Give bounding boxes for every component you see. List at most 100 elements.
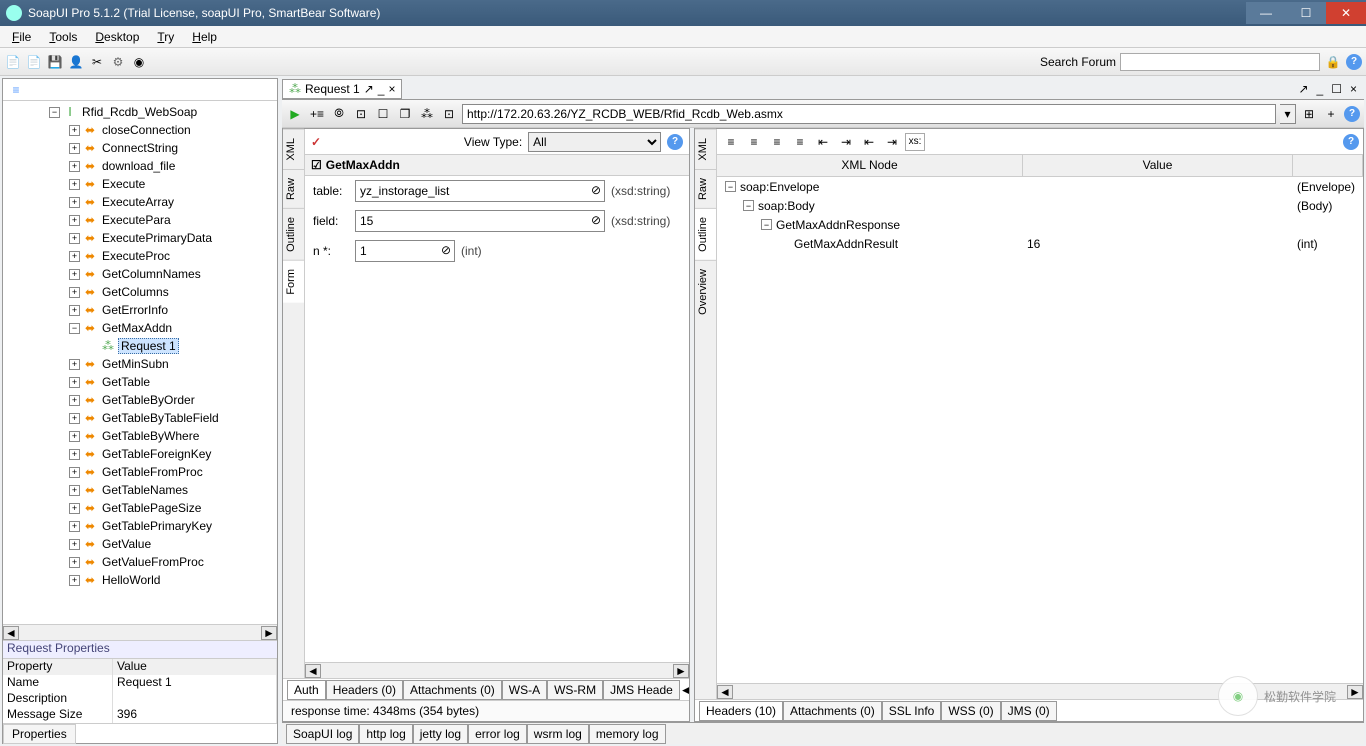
- add-to-testcase-icon[interactable]: +≡: [308, 105, 326, 123]
- editor-max-icon[interactable]: ☐: [1328, 82, 1345, 96]
- resp-btab[interactable]: Attachments (0): [783, 701, 882, 721]
- tree-item[interactable]: +⬌ExecuteProc: [3, 247, 277, 265]
- expander-icon[interactable]: +: [69, 449, 80, 460]
- log-tab[interactable]: jetty log: [413, 724, 468, 744]
- tree-item[interactable]: +⬌HelloWorld: [3, 571, 277, 589]
- view-type-select[interactable]: All: [528, 132, 661, 152]
- side-tab-overview[interactable]: Overview: [695, 260, 716, 323]
- expander-icon[interactable]: +: [69, 233, 80, 244]
- tree-item[interactable]: +⬌GetErrorInfo: [3, 301, 277, 319]
- cut-icon[interactable]: ✂: [88, 53, 106, 71]
- clear-icon[interactable]: ⊘: [591, 183, 601, 197]
- expander-icon[interactable]: −: [761, 219, 772, 230]
- scroll-left-icon[interactable]: ◄: [3, 626, 19, 640]
- menu-desktop[interactable]: Desktop: [87, 28, 147, 46]
- prop-row[interactable]: Description: [3, 691, 277, 707]
- validate-icon[interactable]: ✓: [311, 135, 321, 149]
- side-tab-outline[interactable]: Outline: [695, 208, 716, 260]
- scroll-right-icon[interactable]: ►: [1347, 685, 1363, 699]
- tree-item[interactable]: +⬌closeConnection: [3, 121, 277, 139]
- search-input[interactable]: [1120, 53, 1320, 71]
- resp-row[interactable]: −soap:Body(Body): [717, 196, 1363, 215]
- properties-tab[interactable]: Properties: [3, 724, 76, 744]
- expander-icon[interactable]: −: [69, 323, 80, 334]
- toolbar-icon-2[interactable]: ⊡: [352, 105, 370, 123]
- scroll-left-icon[interactable]: ◄: [717, 685, 733, 699]
- expander-icon[interactable]: +: [69, 197, 80, 208]
- tree-item[interactable]: +⬌GetTableNames: [3, 481, 277, 499]
- tree-item[interactable]: +⬌ConnectString: [3, 139, 277, 157]
- expander-icon[interactable]: +: [69, 161, 80, 172]
- tree-item[interactable]: +⬌GetColumnNames: [3, 265, 277, 283]
- scroll-right-icon[interactable]: ►: [673, 664, 689, 678]
- resp-tb-7[interactable]: ⇤: [859, 133, 879, 151]
- field-input[interactable]: [355, 210, 605, 232]
- expander-icon[interactable]: +: [69, 557, 80, 568]
- resp-tb-5[interactable]: ⇤: [813, 133, 833, 151]
- prop-row[interactable]: NameRequest 1: [3, 675, 277, 691]
- clear-icon[interactable]: ⊘: [591, 213, 601, 227]
- editor-min-icon[interactable]: _: [1314, 82, 1327, 96]
- menu-help[interactable]: Help: [184, 28, 225, 46]
- resp-btab[interactable]: Headers (10): [699, 701, 783, 721]
- expander-icon[interactable]: −: [49, 107, 60, 118]
- field-input[interactable]: [355, 180, 605, 202]
- resp-btab[interactable]: SSL Info: [882, 701, 942, 721]
- tree-root[interactable]: −ⅠRfid_Rcdb_WebSoap: [3, 103, 277, 121]
- clear-icon[interactable]: ⊘: [441, 243, 451, 257]
- menu-try[interactable]: Try: [149, 28, 182, 46]
- expander-icon[interactable]: +: [69, 251, 80, 262]
- log-tab[interactable]: error log: [468, 724, 527, 744]
- resp-tb-ns[interactable]: xs:: [905, 133, 925, 151]
- editor-close-icon[interactable]: ×: [1347, 82, 1360, 96]
- menu-file[interactable]: File: [4, 28, 39, 46]
- expander-icon[interactable]: +: [69, 287, 80, 298]
- resp-help-icon[interactable]: ?: [1343, 134, 1359, 150]
- endpoint-url[interactable]: http://172.20.63.26/YZ_RCDB_WEB/Rfid_Rcd…: [462, 104, 1276, 124]
- resp-tb-4[interactable]: ≡: [790, 133, 810, 151]
- tree-item[interactable]: +⬌download_file: [3, 157, 277, 175]
- log-tab[interactable]: wsrm log: [527, 724, 589, 744]
- editor-tab-request1[interactable]: ⁂ Request 1 ↗ _ ×: [282, 79, 402, 99]
- tree-item[interactable]: +⬌GetTableByOrder: [3, 391, 277, 409]
- expander-icon[interactable]: +: [69, 521, 80, 532]
- expander-icon[interactable]: +: [69, 431, 80, 442]
- new-icon[interactable]: 📄: [4, 53, 22, 71]
- scroll-right-icon[interactable]: ►: [261, 626, 277, 640]
- tree-item[interactable]: +⬌GetTable: [3, 373, 277, 391]
- req-btab[interactable]: Headers (0): [326, 680, 403, 700]
- resp-tb-6[interactable]: ⇥: [836, 133, 856, 151]
- tree-item[interactable]: +⬌Execute: [3, 175, 277, 193]
- expander-icon[interactable]: −: [725, 181, 736, 192]
- tree-item[interactable]: +⬌GetTablePageSize: [3, 499, 277, 517]
- tree-item[interactable]: +⬌GetMinSubn: [3, 355, 277, 373]
- tree-item[interactable]: +⬌GetTableByWhere: [3, 427, 277, 445]
- editor-tab-close-icon[interactable]: ×: [388, 82, 395, 96]
- expander-icon[interactable]: +: [69, 215, 80, 226]
- gear-icon[interactable]: ⚙: [109, 53, 127, 71]
- req-scroll-h[interactable]: ◄ ►: [305, 662, 689, 678]
- user-icon[interactable]: 👤: [67, 53, 85, 71]
- tree-item[interactable]: +⬌GetTablePrimaryKey: [3, 517, 277, 535]
- editor-tab-undock-icon[interactable]: ↗: [364, 82, 374, 96]
- tree-item[interactable]: +⬌GetTableForeignKey: [3, 445, 277, 463]
- tree-item[interactable]: +⬌GetTableByTableField: [3, 409, 277, 427]
- group-header[interactable]: ☑ GetMaxAddn: [305, 155, 689, 176]
- resp-row[interactable]: GetMaxAddnResult16(int): [717, 234, 1363, 253]
- side-tab-raw[interactable]: Raw: [283, 169, 304, 208]
- resp-row[interactable]: −GetMaxAddnResponse: [717, 215, 1363, 234]
- side-tab-xml[interactable]: XML: [695, 129, 716, 169]
- forum-icon[interactable]: 🔒: [1324, 53, 1342, 71]
- menu-tools[interactable]: Tools: [41, 28, 85, 46]
- expander-icon[interactable]: +: [69, 305, 80, 316]
- log-tab[interactable]: http log: [359, 724, 412, 744]
- expander-icon[interactable]: +: [69, 395, 80, 406]
- expander-icon[interactable]: +: [69, 143, 80, 154]
- tree-item[interactable]: +⬌GetColumns: [3, 283, 277, 301]
- req-btab[interactable]: Auth: [287, 680, 326, 700]
- expander-icon[interactable]: +: [69, 179, 80, 190]
- req-btab[interactable]: Attachments (0): [403, 680, 502, 700]
- expander-icon[interactable]: +: [69, 125, 80, 136]
- tree-scroll-h[interactable]: ◄ ►: [3, 624, 277, 640]
- editor-tab-min-icon[interactable]: _: [378, 82, 385, 96]
